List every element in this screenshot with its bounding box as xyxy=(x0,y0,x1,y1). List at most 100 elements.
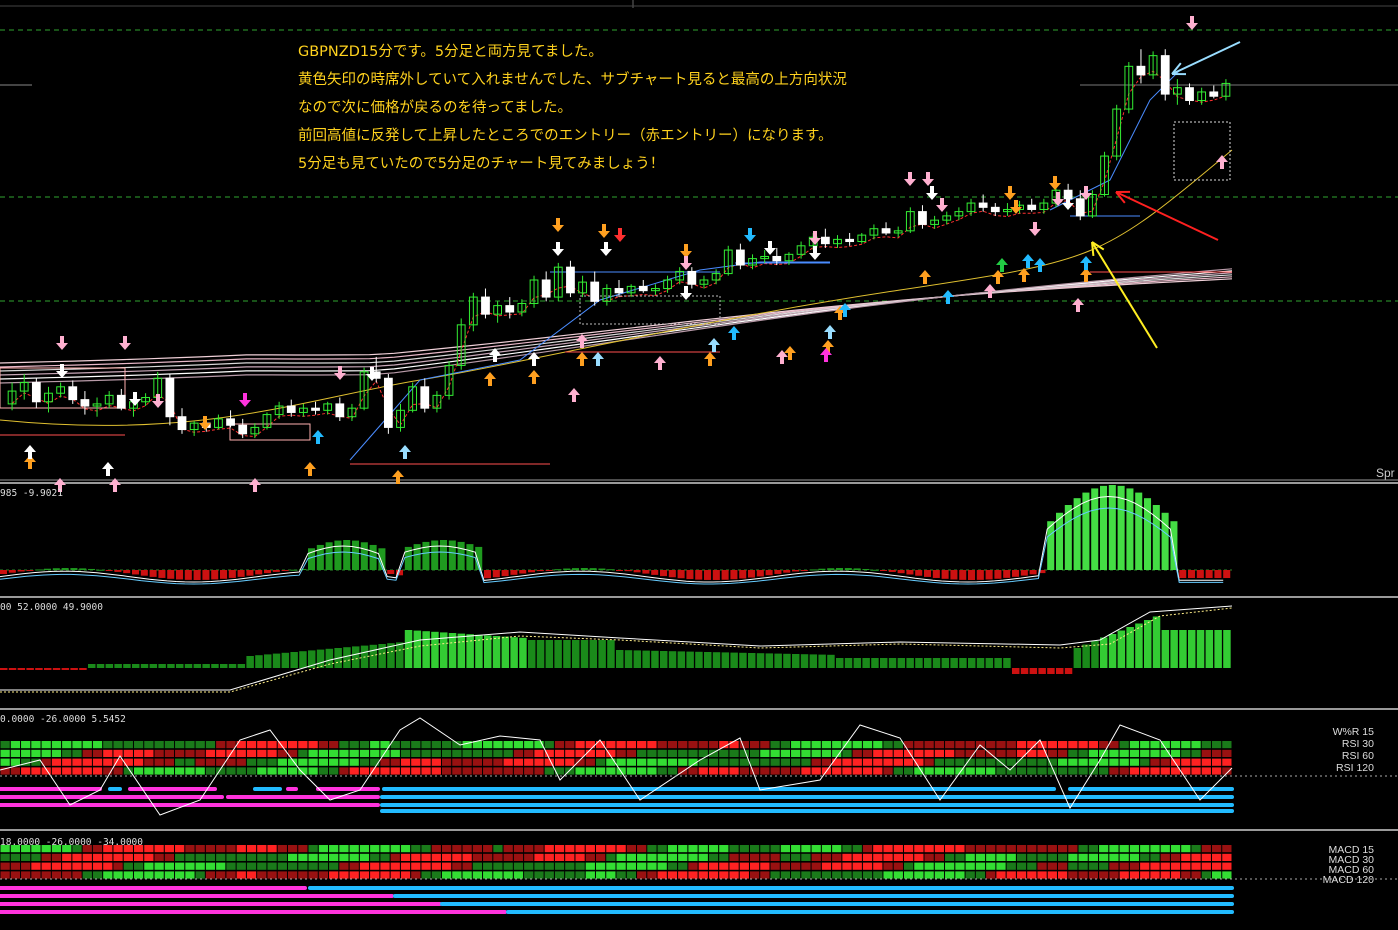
signal-arrow-down xyxy=(119,336,131,350)
heat-cell xyxy=(472,749,483,757)
osc1-bar xyxy=(1073,498,1081,570)
heat-cell xyxy=(1068,862,1078,870)
heat-cell xyxy=(1057,767,1068,775)
heat-cell xyxy=(441,758,452,766)
heat-cell xyxy=(1170,862,1181,870)
heat-cell xyxy=(616,845,626,853)
heat-cell xyxy=(349,845,359,853)
heat-cell xyxy=(924,845,934,853)
osc1-bar xyxy=(17,570,25,572)
heat-cell xyxy=(945,862,955,870)
heat-cell xyxy=(144,741,154,749)
heat-cell xyxy=(996,749,1006,757)
osc2-bar xyxy=(1100,637,1108,668)
heat-cell xyxy=(411,853,421,861)
heat-cell xyxy=(657,749,667,757)
candle-body xyxy=(1185,87,1194,102)
heat-cell xyxy=(1211,758,1222,766)
osc1-bar xyxy=(563,568,571,570)
osc2-bar xyxy=(836,658,844,668)
heat-cell xyxy=(380,845,390,853)
legend-rsi120: RSI 120 xyxy=(1336,762,1374,774)
signal-arrow-up xyxy=(568,388,580,402)
heat-cell xyxy=(780,749,791,757)
heat-cell xyxy=(739,862,749,870)
osc2-bar xyxy=(264,654,272,668)
osc1-bar xyxy=(1161,512,1169,570)
heat-cell xyxy=(862,758,873,766)
heat-cell xyxy=(575,853,585,861)
heat-cell xyxy=(565,853,575,861)
heat-cell xyxy=(575,749,585,757)
signal-arrow-up xyxy=(528,370,540,384)
osc1-bar xyxy=(352,540,360,570)
heat-cell xyxy=(164,853,175,861)
heat-cell xyxy=(1129,845,1140,853)
osc2-bar xyxy=(114,664,122,668)
heat-cell xyxy=(739,853,749,861)
wr-line xyxy=(0,717,1233,816)
heat-cell xyxy=(1150,871,1160,879)
heat-cell xyxy=(678,741,688,749)
heat-cell xyxy=(1088,862,1099,870)
candle-body xyxy=(68,386,78,401)
heat-cell xyxy=(10,853,21,861)
heat-cell xyxy=(257,871,267,879)
heat-cell xyxy=(565,741,575,749)
osc1-bar xyxy=(906,570,914,575)
heat-cell xyxy=(472,845,483,853)
osc2-bar xyxy=(739,652,747,668)
heat-cell xyxy=(441,862,452,870)
heat-cell xyxy=(308,758,318,766)
heat-cell xyxy=(760,853,770,861)
osc1-bar xyxy=(290,569,298,571)
heat-cell xyxy=(585,862,595,870)
heat-cell xyxy=(626,845,637,853)
heat-cell xyxy=(811,845,821,853)
heat-cell xyxy=(903,853,914,861)
heat-cell xyxy=(1201,758,1211,766)
heat-cell xyxy=(370,862,380,870)
signal-arrow-up xyxy=(820,348,832,362)
osc2-bar xyxy=(299,651,307,668)
osc1-bar xyxy=(1223,570,1231,578)
heat-cell xyxy=(359,758,370,766)
heat-cell xyxy=(524,871,534,879)
osc1-bar xyxy=(220,570,228,579)
signal-arrow-up xyxy=(1080,256,1092,270)
osc1-bar xyxy=(871,569,879,571)
heat-cell xyxy=(780,741,791,749)
heat-cell xyxy=(883,845,893,853)
heat-cell xyxy=(236,845,246,853)
candle-body xyxy=(918,211,927,225)
heat-cell xyxy=(267,749,277,757)
heat-cell xyxy=(842,845,852,853)
heat-cell xyxy=(308,853,318,861)
heat-cell xyxy=(257,749,267,757)
heat-cell xyxy=(1201,741,1211,749)
signal-arrow-up xyxy=(784,346,796,360)
heat-cell xyxy=(390,853,400,861)
candle-body xyxy=(541,279,551,298)
heat-cell xyxy=(103,862,113,870)
heat-cell xyxy=(41,853,51,861)
heat-cell xyxy=(1170,853,1181,861)
heat-cell xyxy=(708,862,719,870)
heat-cell xyxy=(82,749,92,757)
heat-cell xyxy=(1016,845,1027,853)
heat-cell xyxy=(175,767,185,775)
osc1-bar xyxy=(554,569,562,571)
heat-cell xyxy=(934,741,945,749)
heat-cell xyxy=(175,741,185,749)
heat-cell xyxy=(113,767,123,775)
heat-cell xyxy=(287,871,298,879)
heat-cell xyxy=(1170,749,1181,757)
heat-cell xyxy=(524,845,534,853)
annotation-line: 黄色矢印の時席外していて入れませんでした、サブチャート見ると最高の上方向状況 xyxy=(298,72,847,88)
osc1-bar xyxy=(739,570,747,579)
osc2-bar xyxy=(827,654,835,668)
osc1-bar xyxy=(994,570,1002,579)
heat-cell xyxy=(1222,741,1232,749)
heat-cell xyxy=(1047,749,1057,757)
heat-cell xyxy=(1047,845,1057,853)
